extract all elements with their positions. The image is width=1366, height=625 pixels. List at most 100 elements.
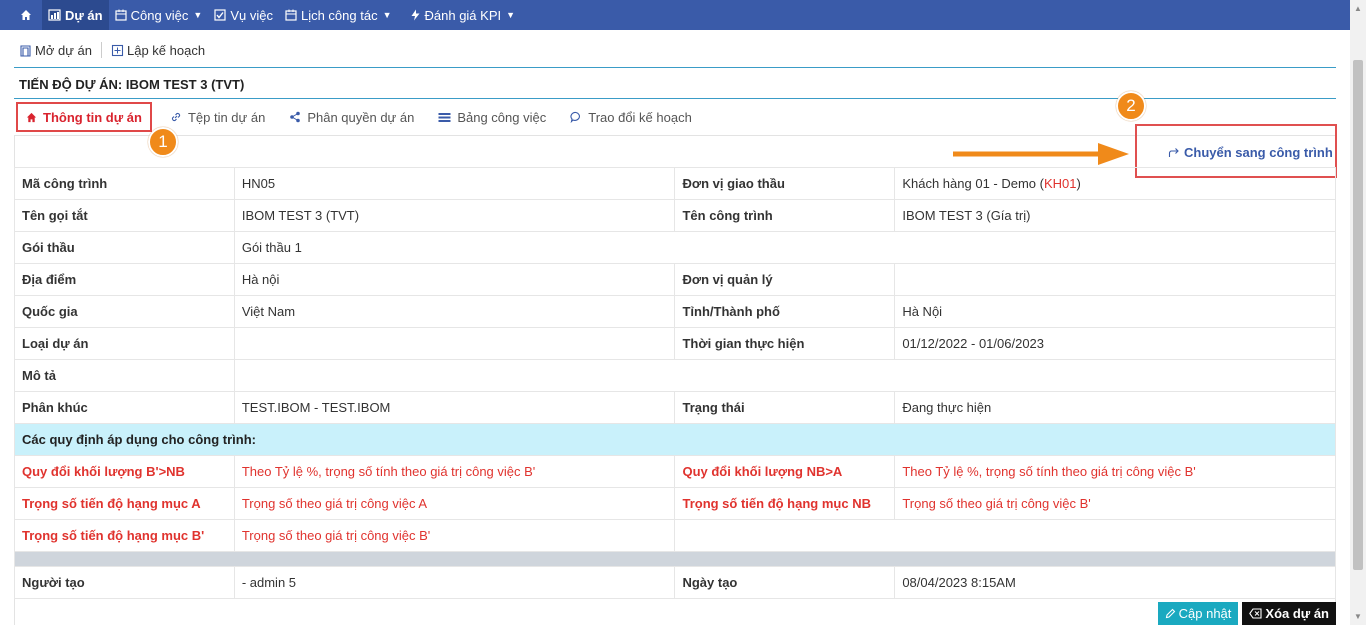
table-row: Phân khúc TEST.IBOM - TEST.IBOM Trạng th…	[14, 391, 1336, 424]
page-title: TIẾN ĐỘ DỰ ÁN: IBOM TEST 3 (TVT)	[19, 77, 245, 92]
backspace-icon	[1249, 608, 1262, 619]
nav-item-cong-viec[interactable]: Công việc ▼	[109, 0, 209, 30]
field-value	[894, 263, 1336, 296]
field-value: IBOM TEST 3 (Gía trị)	[894, 199, 1336, 232]
field-value: Việt Nam	[233, 295, 676, 328]
field-value: Gói thầu 1	[233, 231, 1337, 264]
client-close: )	[1076, 176, 1081, 191]
tab-label: Tệp tin dự án	[187, 109, 266, 125]
tab-label: Trao đổi kế hoạch	[588, 109, 692, 125]
field-label: Gói thầu	[14, 231, 235, 264]
field-label: Đơn vị quản lý	[674, 263, 896, 296]
table-row: Trọng số tiến độ hạng mục B' Trọng số th…	[14, 519, 1336, 552]
home-button[interactable]	[14, 0, 42, 30]
field-value: 08/04/2023 8:15AM	[894, 566, 1336, 599]
convert-to-construction-link[interactable]: Chuyển sang công trình	[1168, 145, 1333, 160]
nav-item-du-an[interactable]: Dự án	[42, 0, 109, 30]
spacer-row	[14, 551, 1336, 567]
field-label: Thời gian thực hiện	[674, 327, 896, 360]
table-row: Mã công trình HN05 Đơn vị giao thầu Khác…	[14, 167, 1336, 200]
field-label: Đơn vị giao thầu	[674, 167, 896, 200]
field-value: - admin 5	[233, 566, 676, 599]
nav-label: Công việc	[130, 7, 189, 23]
field-value: Đang thực hiện	[894, 391, 1336, 424]
field-label: Trọng số tiến độ hạng mục A	[14, 487, 235, 520]
update-label: Cập nhật	[1178, 606, 1232, 621]
open-project-button[interactable]: Mở dự án	[14, 43, 97, 58]
field-value	[233, 327, 676, 360]
tab-tep-tin-du-an[interactable]: Tệp tin dự án	[158, 102, 277, 132]
table-row: Người tạo - admin 5 Ngày tạo 08/04/2023 …	[14, 566, 1336, 599]
field-label: Mã công trình	[14, 167, 235, 200]
table-row: Tên gọi tắt IBOM TEST 3 (TVT) Tên công t…	[14, 199, 1336, 232]
scroll-down-icon[interactable]: ▼	[1354, 612, 1362, 621]
field-label: Người tạo	[14, 566, 235, 599]
project-info-table: Mã công trình HN05 Đơn vị giao thầu Khác…	[14, 167, 1337, 599]
chat-icon	[570, 111, 581, 123]
field-label: Quy đổi khối lượng B'>NB	[14, 455, 235, 488]
list-icon	[438, 112, 451, 122]
share-arrow-icon	[1168, 148, 1179, 157]
table-row: Quy đổi khối lượng B'>NB Theo Tỷ lệ %, t…	[14, 455, 1336, 488]
annotation-badge-2: 2	[1116, 91, 1146, 121]
share-icon	[290, 111, 301, 123]
nav-label: Dự án	[65, 7, 103, 23]
field-value: Trọng số theo giá trị công việc B'	[894, 487, 1336, 520]
nav-item-lich-cong-tac[interactable]: Lịch công tác ▼	[279, 0, 398, 30]
field-label: Quy đổi khối lượng NB>A	[674, 455, 896, 488]
field-label: Tên công trình	[674, 199, 896, 232]
empty-cell	[674, 519, 1336, 552]
field-label: Địa điểm	[14, 263, 235, 296]
table-row: Mô tả	[14, 359, 1337, 392]
title-divider-top	[14, 67, 1336, 68]
chart-icon	[48, 9, 61, 21]
open-project-icon	[20, 44, 31, 57]
plan-button[interactable]: Lập kế hoạch	[106, 43, 210, 58]
edit-icon	[1165, 608, 1175, 619]
open-project-label: Mở dự án	[35, 42, 92, 58]
nav-item-vu-viec[interactable]: Vụ việc	[208, 0, 279, 30]
plan-label: Lập kế hoạch	[126, 42, 206, 58]
client-name: Khách hàng 01 - Demo (	[902, 176, 1044, 191]
delete-project-button[interactable]: Xóa dự án	[1242, 602, 1336, 625]
field-value: Hà nội	[233, 263, 676, 296]
nav-label: Đánh giá KPI	[424, 7, 502, 23]
field-value: Trọng số theo giá trị công việc A	[233, 487, 676, 520]
field-label: Trọng số tiến độ hạng mục B'	[14, 519, 235, 552]
field-value: Theo Tỷ lệ %, trọng số tính theo giá trị…	[233, 455, 676, 488]
chevron-down-icon: ▼	[382, 10, 392, 20]
tab-thong-tin-du-an[interactable]: Thông tin dự án	[16, 102, 152, 132]
field-value: TEST.IBOM - TEST.IBOM	[233, 391, 676, 424]
tab-phan-quyen-du-an[interactable]: Phân quyền dự án	[277, 102, 426, 132]
field-value	[233, 359, 1337, 392]
calendar-icon	[285, 9, 297, 21]
field-value: HN05	[233, 167, 676, 200]
nav-label: Lịch công tác	[300, 7, 378, 23]
field-value: 01/12/2022 - 01/06/2023	[894, 327, 1336, 360]
chevron-down-icon: ▼	[193, 10, 203, 20]
annotation-badge-1: 1	[148, 127, 178, 157]
tab-bar: Thông tin dự án Tệp tin dự án Phân quyền…	[14, 100, 704, 134]
field-label: Mô tả	[14, 359, 235, 392]
top-navbar: Dự án Công việc ▼ Vụ việc Lịch công tác …	[0, 0, 1350, 30]
bolt-icon	[411, 9, 419, 21]
field-label: Trọng số tiến độ hạng mục NB	[674, 487, 896, 520]
section-title: Các quy định áp dụng cho công trình:	[14, 423, 1336, 456]
field-value: Trọng số theo giá trị công việc B'	[233, 519, 676, 552]
tab-label: Phân quyền dự án	[307, 109, 415, 125]
chevron-down-icon: ▼	[506, 10, 516, 20]
field-label: Trạng thái	[674, 391, 896, 424]
field-value: Khách hàng 01 - Demo (KH01)	[894, 167, 1336, 200]
tab-trao-doi-ke-hoach[interactable]: Trao đổi kế hoạch	[558, 102, 704, 132]
update-button[interactable]: Cập nhật	[1157, 602, 1239, 625]
checkbox-icon	[214, 9, 226, 21]
plus-square-icon	[111, 44, 124, 56]
tab-bang-cong-viec[interactable]: Bảng công việc	[426, 102, 558, 132]
section-header-row: Các quy định áp dụng cho công trình:	[14, 423, 1336, 456]
table-row: Gói thầu Gói thầu 1	[14, 231, 1337, 264]
scrollbar-thumb[interactable]	[1353, 60, 1363, 570]
page-scrollbar[interactable]: ▲ ▼	[1350, 0, 1366, 625]
field-label: Tỉnh/Thành phố	[674, 295, 896, 328]
scroll-up-icon[interactable]: ▲	[1354, 4, 1362, 13]
nav-item-danh-gia-kpi[interactable]: Đánh giá KPI ▼	[404, 0, 522, 30]
